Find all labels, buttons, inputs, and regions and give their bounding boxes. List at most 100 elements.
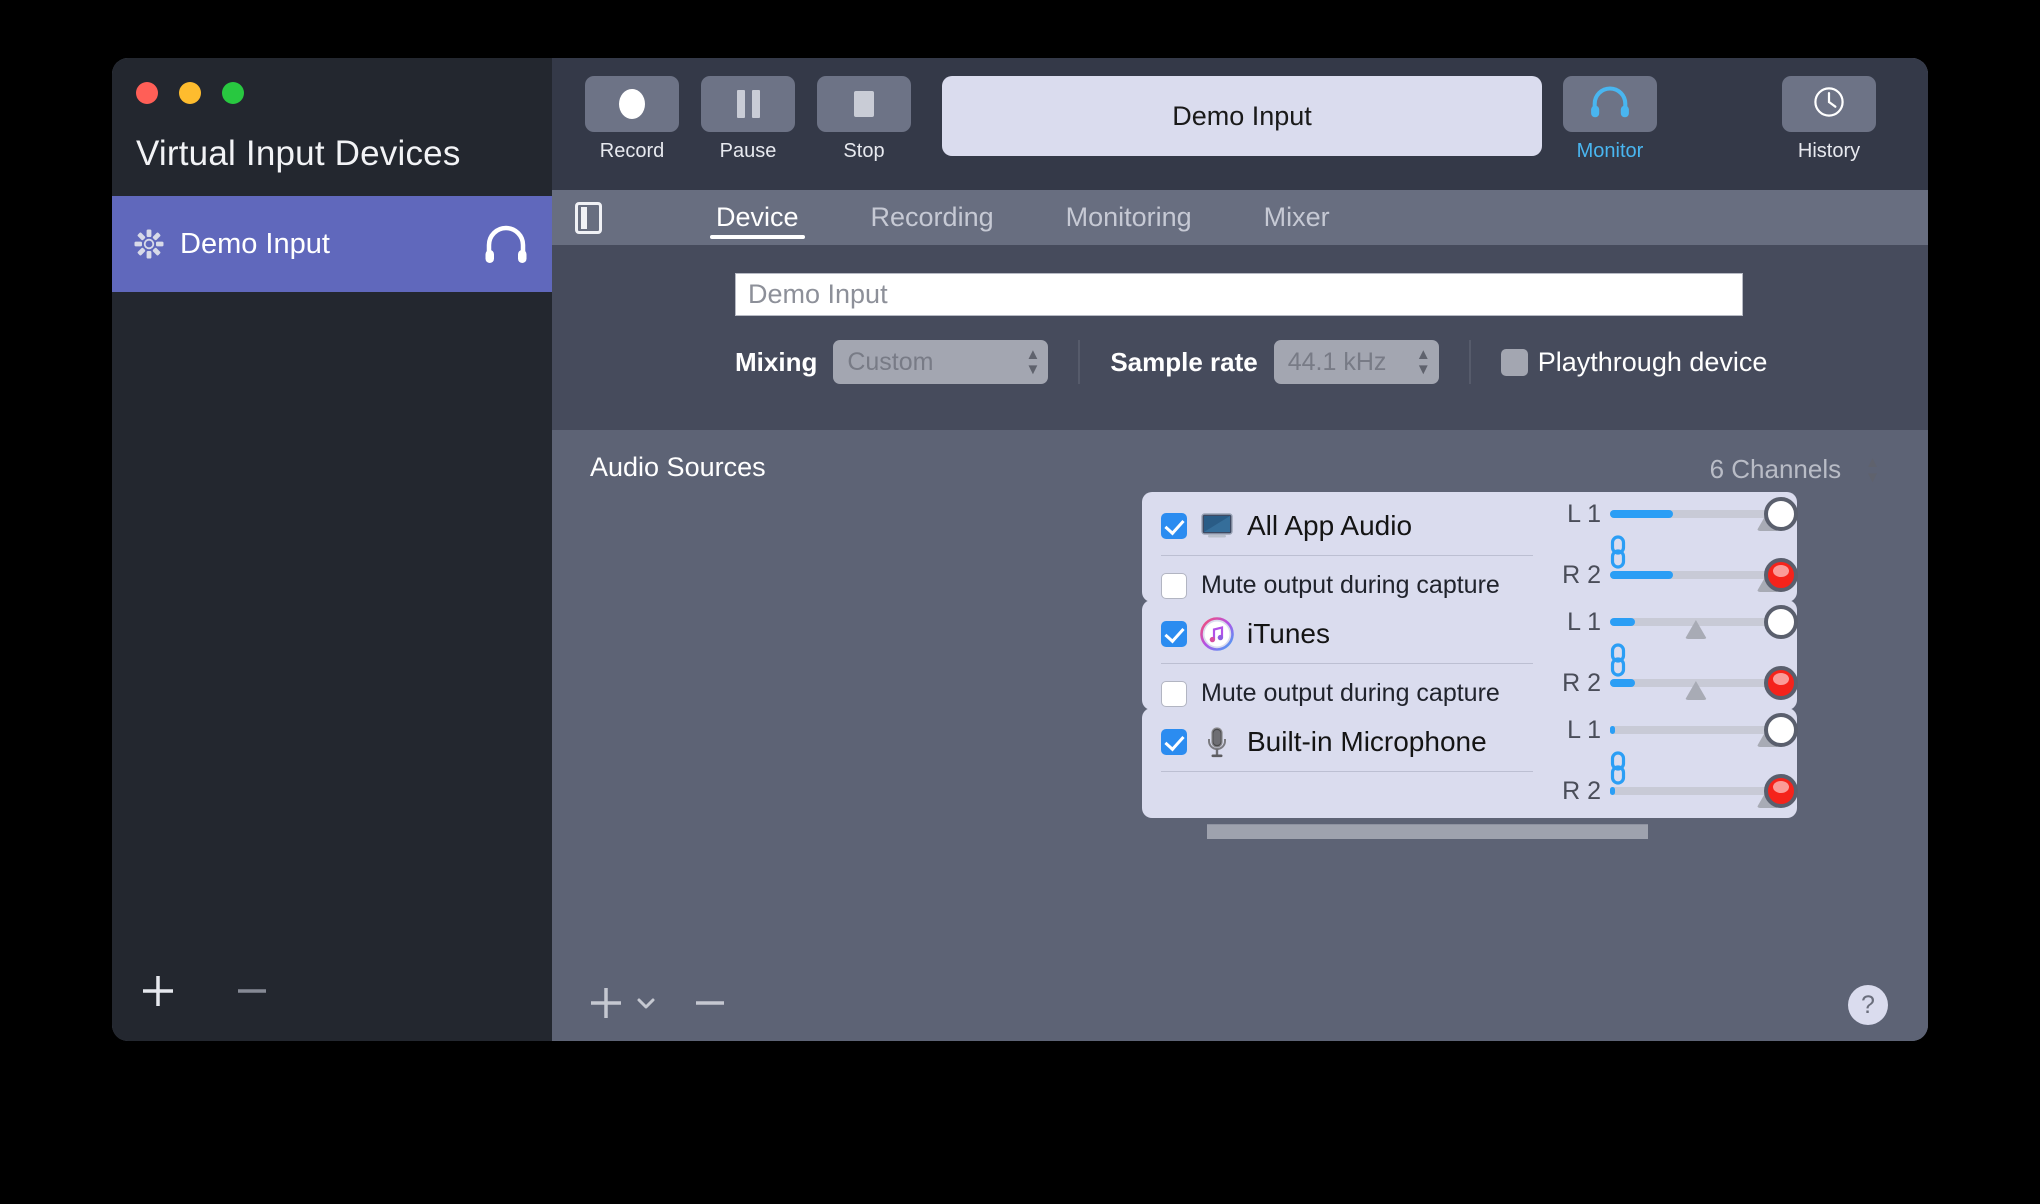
divider — [1161, 663, 1533, 664]
source-enabled-checkbox[interactable] — [1161, 621, 1187, 647]
channel-label: L 1 — [1555, 608, 1601, 637]
source-channel-strip: L 1 — [1555, 600, 1797, 710]
headphones-icon — [1585, 84, 1635, 125]
source-card-itunes[interactable]: iTunes Mute output during capture L 1 — [1142, 600, 1797, 710]
tab-bar: Device Recording Monitoring Mixer — [552, 190, 1928, 245]
sidebar-footer — [112, 945, 552, 1041]
close-button[interactable] — [136, 82, 158, 104]
app-window: Virtual Input Devices — [112, 58, 1928, 1041]
audio-sources-panel: Audio Sources 6 Channels ▲▼ — [552, 430, 1928, 1041]
sample-rate-label: Sample rate — [1110, 347, 1257, 378]
source-channel-row: L 1 — [1555, 497, 1797, 531]
channel-label: L 1 — [1555, 500, 1601, 529]
divider — [1161, 771, 1533, 772]
record-label: Record — [600, 140, 664, 163]
mixing-value: Custom — [847, 348, 933, 377]
device-name-input[interactable]: Demo Input — [735, 273, 1743, 316]
source-card-all-app-audio[interactable]: All App Audio Mute output during capture… — [1142, 492, 1797, 602]
toolbar: Record Pause Stop Demo Input — [552, 58, 1928, 190]
main-panel: Record Pause Stop Demo Input — [552, 58, 1928, 1041]
display-icon — [1200, 509, 1234, 543]
help-button[interactable]: ? — [1848, 985, 1888, 1025]
chevron-down-icon[interactable] — [634, 991, 658, 1020]
source-channel-strip: L 1 — [1555, 492, 1797, 602]
zoom-button[interactable] — [222, 82, 244, 104]
mute-during-capture-label: Mute output during capture — [1201, 571, 1500, 600]
device-settings: Demo Input Mixing Custom ▲▼ Sample rate … — [552, 245, 1928, 430]
headphones-icon — [484, 224, 528, 264]
mute-during-capture-checkbox[interactable] — [1161, 573, 1187, 599]
source-output-jack[interactable] — [1764, 497, 1798, 531]
source-name: Built-in Microphone — [1247, 726, 1487, 758]
channel-level-slider[interactable] — [1610, 713, 1789, 747]
device-settings-row: Mixing Custom ▲▼ Sample rate 44.1 kHz ▲▼… — [552, 340, 1928, 384]
channel-count-stepper[interactable]: 6 Channels ▲▼ — [1710, 454, 1880, 485]
source-output-jack[interactable] — [1764, 666, 1798, 700]
source-output-jack[interactable] — [1764, 713, 1798, 747]
source-enabled-checkbox[interactable] — [1161, 729, 1187, 755]
itunes-icon — [1200, 617, 1234, 651]
playthrough-checkbox[interactable] — [1501, 349, 1528, 376]
mixing-label: Mixing — [735, 347, 817, 378]
channel-label: R 2 — [1555, 561, 1601, 590]
pause-label: Pause — [720, 140, 777, 163]
window-controls — [112, 58, 552, 104]
record-icon — [619, 89, 645, 119]
source-name: iTunes — [1247, 618, 1330, 650]
sample-rate-select[interactable]: 44.1 kHz ▲▼ — [1274, 340, 1439, 384]
mute-during-capture-label: Mute output during capture — [1201, 679, 1500, 708]
source-output-jack[interactable] — [1764, 558, 1798, 592]
tab-device[interactable]: Device — [680, 190, 835, 245]
pause-button[interactable]: Pause — [701, 76, 795, 163]
sidebar-title: Virtual Input Devices — [112, 104, 552, 174]
source-enabled-checkbox[interactable] — [1161, 513, 1187, 539]
device-title-field[interactable]: Demo Input — [942, 76, 1542, 156]
remove-source-button[interactable] — [690, 983, 730, 1028]
channel-label: R 2 — [1555, 669, 1601, 698]
source-card-built-in-microphone[interactable]: Built-in Microphone L 1 — [1142, 708, 1797, 818]
chevron-updown-icon: ▲▼ — [1402, 347, 1431, 377]
source-channel-row: R 2 — [1555, 558, 1797, 592]
sidebar-toggle-icon[interactable] — [575, 202, 602, 234]
channel-level-slider[interactable] — [1610, 497, 1789, 531]
history-label: History — [1798, 140, 1860, 163]
remove-device-button[interactable] — [232, 971, 272, 1016]
channel-level-slider[interactable] — [1610, 666, 1789, 700]
mute-during-capture-checkbox[interactable] — [1161, 681, 1187, 707]
monitor-label: Monitor — [1577, 140, 1644, 163]
source-output-jack[interactable] — [1764, 605, 1798, 639]
source-channel-row: L 1 — [1555, 713, 1797, 747]
channel-level-slider[interactable] — [1610, 774, 1789, 808]
tab-monitoring[interactable]: Monitoring — [1030, 190, 1228, 245]
mixing-select[interactable]: Custom ▲▼ — [833, 340, 1048, 384]
device-list: Demo Input — [112, 196, 552, 292]
chevron-updown-icon: ▲▼ — [1011, 347, 1040, 377]
source-channel-strip: L 1 — [1555, 708, 1797, 818]
gear-icon — [134, 229, 164, 259]
add-source-button[interactable] — [586, 983, 626, 1028]
channel-count-value: 6 Channels — [1710, 454, 1842, 485]
audio-sources-title: Audio Sources — [590, 452, 766, 483]
sidebar-item-label: Demo Input — [180, 228, 330, 261]
stop-button[interactable]: Stop — [817, 76, 911, 163]
channel-level-slider[interactable] — [1610, 558, 1789, 592]
minimize-button[interactable] — [179, 82, 201, 104]
source-channel-row: R 2 — [1555, 774, 1797, 808]
divider — [1078, 340, 1080, 384]
add-device-button[interactable] — [138, 971, 178, 1016]
monitor-button[interactable]: Monitor — [1563, 76, 1657, 163]
stop-label: Stop — [843, 140, 884, 163]
sidebar-item-demo-input[interactable]: Demo Input — [112, 196, 552, 292]
stop-icon — [854, 91, 874, 117]
divider — [1469, 340, 1471, 384]
routing-area: All App Audio Mute output during capture… — [552, 492, 1928, 969]
record-button[interactable]: Record — [585, 76, 679, 163]
source-output-jack[interactable] — [1764, 774, 1798, 808]
main-footer: ? — [552, 969, 1928, 1041]
channel-level-slider[interactable] — [1610, 605, 1789, 639]
tab-recording[interactable]: Recording — [835, 190, 1030, 245]
tab-mixer[interactable]: Mixer — [1228, 190, 1366, 245]
channel-label: R 2 — [1555, 777, 1601, 806]
history-button[interactable]: History — [1782, 76, 1876, 163]
chevron-updown-icon: ▲▼ — [1851, 455, 1880, 485]
